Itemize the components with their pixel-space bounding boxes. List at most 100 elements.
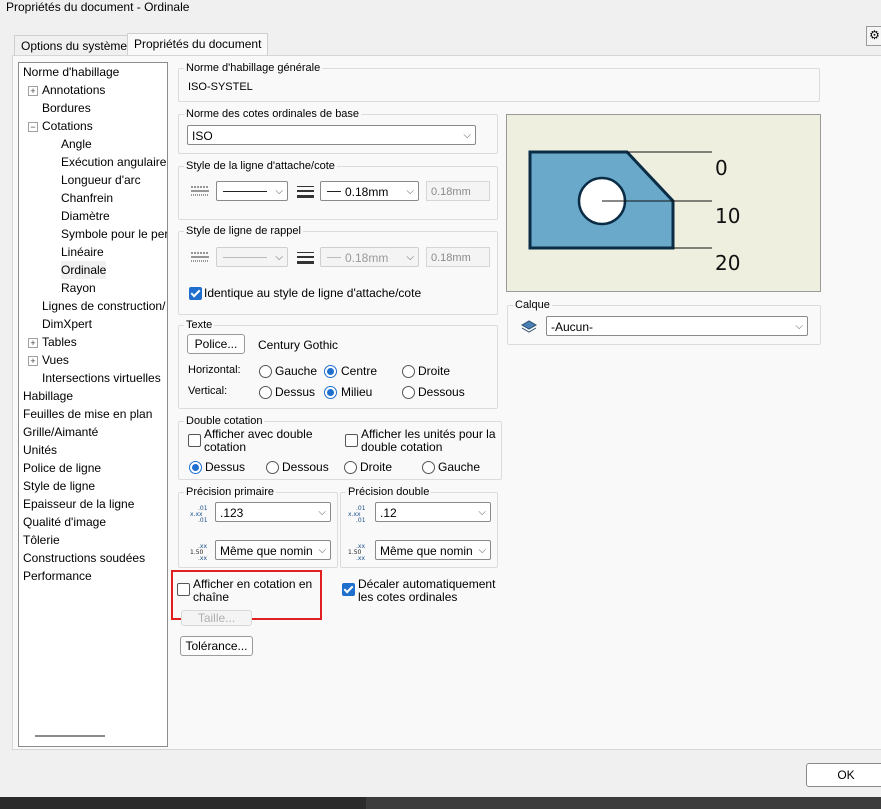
style-attache-label: Style de la ligne d'attache/cote	[184, 160, 337, 172]
chevron-down-icon: ⌵	[318, 507, 326, 518]
custom-thickness-field[interactable]: 0.18mm	[426, 181, 490, 201]
svg-text:.01: .01	[356, 517, 366, 524]
radio-dc-dessous[interactable]	[266, 461, 279, 474]
line-style-select[interactable]: ⌵	[216, 181, 288, 201]
chevron-down-icon: ⌵	[463, 130, 471, 141]
tolerance-double-select[interactable]: Même que nomin ⌵	[375, 540, 491, 560]
tree-item-ordinale[interactable]: Ordinale	[61, 261, 107, 279]
tree-item-habillage[interactable]: Habillage	[23, 387, 73, 405]
offset-checkbox[interactable]	[342, 583, 355, 596]
tree-item-tolerie[interactable]: Tôlerie	[23, 531, 60, 549]
vertical-label: Vertical:	[188, 385, 228, 397]
tree-item-diametre[interactable]: Diamètre	[61, 207, 110, 225]
tree-item-execution-angulaire[interactable]: Exécution angulaire	[61, 153, 166, 171]
options-tree[interactable]: Norme d'habillage + Annotations Bordures…	[18, 62, 168, 747]
expand-icon[interactable]: +	[28, 356, 38, 366]
norme-base-select[interactable]: ISO ⌵	[187, 125, 476, 145]
tree-item-dimxpert[interactable]: DimXpert	[42, 315, 92, 333]
style-rappel-label: Style de ligne de rappel	[184, 225, 303, 237]
chain-checkbox[interactable]	[177, 583, 190, 596]
tree-item-longueur-arc[interactable]: Longueur d'arc	[61, 171, 141, 189]
collapse-icon[interactable]: −	[28, 122, 38, 132]
tree-item-unites[interactable]: Unités	[23, 441, 57, 459]
svg-text:.xx: .xx	[356, 555, 365, 562]
radio-v-milieu[interactable]	[324, 386, 337, 399]
ordinate-label-10: 10	[715, 204, 740, 228]
radio-dc-gauche[interactable]	[422, 461, 435, 474]
tree-item-lignes-construction[interactable]: Lignes de construction/	[42, 297, 165, 315]
show-units-label: Afficher les unités pour la double cotat…	[361, 427, 496, 454]
precision-double-select[interactable]: .12 ⌵	[375, 502, 491, 522]
tree-item-performance[interactable]: Performance	[23, 567, 92, 585]
chevron-down-icon: ⌵	[275, 186, 283, 197]
tab-document-properties[interactable]: Propriétés du document	[127, 33, 269, 56]
precision-double-value: .12	[380, 506, 397, 520]
tree-item-qualite[interactable]: Qualité d'image	[23, 513, 106, 531]
horizontal-label: Horizontal:	[188, 364, 241, 376]
radio-v-dessous[interactable]	[402, 386, 415, 399]
window-title: Propriétés du document - Ordinale	[6, 0, 190, 14]
texte-label: Texte	[184, 319, 215, 331]
line-sample	[223, 257, 267, 258]
tree-item-grille[interactable]: Grille/Aimanté	[23, 423, 98, 441]
tree-item-constructions-soudees[interactable]: Constructions soudées	[23, 549, 145, 567]
tolerance-double-value: Même que nomin	[380, 544, 473, 558]
radio-h-centre[interactable]	[324, 365, 337, 378]
tree-item-annotations[interactable]: Annotations	[42, 81, 105, 99]
radio-dc-droite[interactable]	[344, 461, 357, 474]
show-units-checkbox[interactable]	[345, 434, 358, 447]
tree-item-lineaire[interactable]: Linéaire	[61, 243, 104, 261]
chain-label: Afficher en cotation en chaîne	[193, 577, 313, 604]
svg-text:.01: .01	[198, 517, 208, 524]
calque-select[interactable]: -Aucun- ⌵	[546, 316, 808, 336]
tree-item-rayon[interactable]: Rayon	[61, 279, 96, 297]
tree-item-epaisseur[interactable]: Epaisseur de la ligne	[23, 495, 134, 513]
tab-system-options[interactable]: Options du système	[14, 35, 135, 56]
font-button[interactable]: Police...	[187, 334, 245, 354]
radio-h-droite[interactable]	[402, 365, 415, 378]
tree-item-tables[interactable]: Tables	[42, 333, 77, 351]
tree-item-police-ligne[interactable]: Police de ligne	[23, 459, 101, 477]
line-sample	[327, 191, 341, 192]
rappel-style-select[interactable]: ⌵	[216, 247, 288, 267]
ok-button[interactable]: OK	[806, 763, 881, 787]
offset-label: Décaler automatiquement les cotes ordina…	[358, 577, 496, 604]
tree-item-style-ligne[interactable]: Style de ligne	[23, 477, 95, 495]
tree-item-bordures[interactable]: Bordures	[42, 99, 91, 117]
tree-item-norme[interactable]: Norme d'habillage	[23, 63, 119, 81]
ordinate-label-20: 20	[715, 251, 740, 275]
ordinate-preview-drawing: 0 10 20	[528, 150, 740, 275]
show-double-label: Afficher avec double cotation	[204, 427, 313, 454]
line-thickness-select[interactable]: 0.18mm ⌵	[320, 181, 419, 201]
tolerance-primaire-select[interactable]: Même que nomin ⌵	[215, 540, 331, 560]
style-rappel-group	[178, 231, 498, 315]
rappel-custom-field[interactable]: 0.18mm	[426, 247, 490, 267]
dc-gauche-label: Gauche	[438, 460, 481, 474]
tree-item-intersections[interactable]: Intersections virtuelles	[42, 369, 161, 387]
tree-scrollbar[interactable]	[35, 735, 105, 737]
tree-item-cotations[interactable]: Cotations	[42, 117, 93, 135]
tree-item-feuilles[interactable]: Feuilles de mise en plan	[23, 405, 152, 423]
chevron-down-icon: ⌵	[478, 545, 486, 556]
tree-item-vues[interactable]: Vues	[42, 351, 69, 369]
rappel-thickness-select[interactable]: 0.18mm ⌵	[320, 247, 419, 267]
same-style-checkbox[interactable]	[189, 287, 202, 300]
tolerance-button[interactable]: Tolérance...	[180, 636, 253, 656]
show-double-checkbox[interactable]	[188, 434, 201, 447]
tree-item-symbole[interactable]: Symbole pour le per	[61, 225, 167, 243]
double-cotation-label: Double cotation	[184, 415, 265, 427]
expand-icon[interactable]: +	[28, 86, 38, 96]
precision-primaire-select[interactable]: .123 ⌵	[215, 502, 331, 522]
line-thickness-icon	[297, 252, 314, 264]
tree-item-chanfrein[interactable]: Chanfrein	[61, 189, 113, 207]
gear-icon[interactable]: ⚙	[866, 26, 881, 46]
radio-v-dessus[interactable]	[259, 386, 272, 399]
expand-icon[interactable]: +	[28, 338, 38, 348]
dc-dessus-label: Dessus	[205, 460, 246, 474]
radio-h-gauche[interactable]	[259, 365, 272, 378]
taskbar-segment	[366, 797, 881, 809]
thickness-value: 0.18mm	[345, 185, 389, 199]
size-button[interactable]: Taille...	[181, 610, 252, 626]
radio-dc-dessus[interactable]	[189, 461, 202, 474]
tree-item-angle[interactable]: Angle	[61, 135, 92, 153]
